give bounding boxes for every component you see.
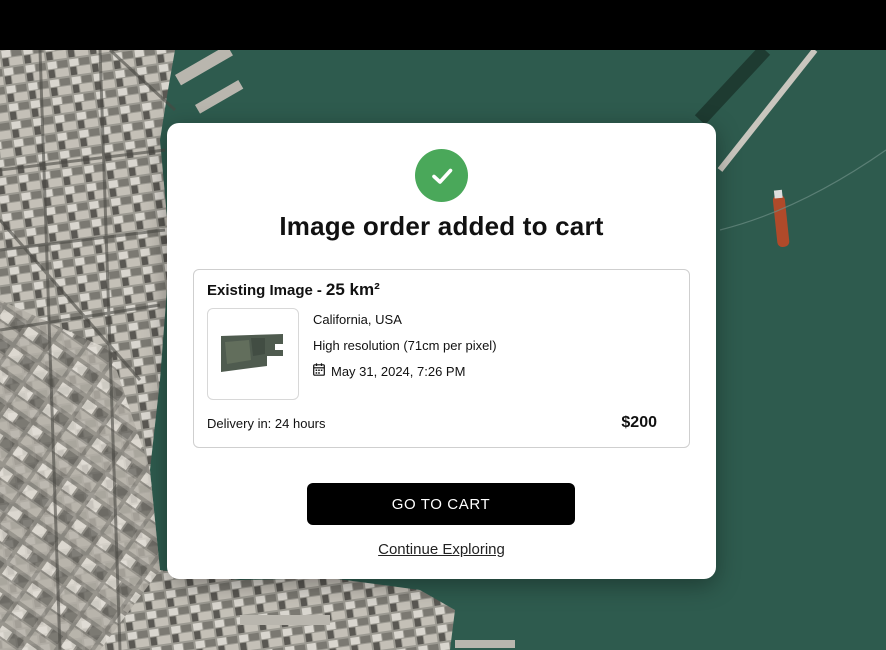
calendar-icon [313,363,325,379]
order-type-label: Existing Image [207,282,313,299]
check-circle-icon [415,149,468,202]
order-date-row: May 31, 2024, 7:26 PM [313,363,465,379]
order-location: California, USA [313,312,402,327]
top-bar [0,0,886,50]
order-header: Existing Image -25 km² [207,280,380,300]
modal-title: Image order added to cart [279,211,604,241]
order-header-separator: - [316,282,322,299]
order-area: 25 km² [325,280,380,299]
delivery-time: Delivery in: 24 hours [207,416,326,431]
go-to-cart-button[interactable]: GO TO CART [307,483,575,525]
order-date: May 31, 2024, 7:26 PM [331,363,466,379]
order-summary-card: Existing Image -25 km² California, USA Hi… [193,269,690,448]
order-resolution: High resolution (71cm per pixel) [313,338,497,353]
continue-exploring-link[interactable]: Continue Exploring [167,541,716,558]
order-price: $200 [621,414,657,431]
order-confirmation-modal: Image order added to cart Existing Image… [167,123,716,579]
image-thumbnail [207,308,299,400]
